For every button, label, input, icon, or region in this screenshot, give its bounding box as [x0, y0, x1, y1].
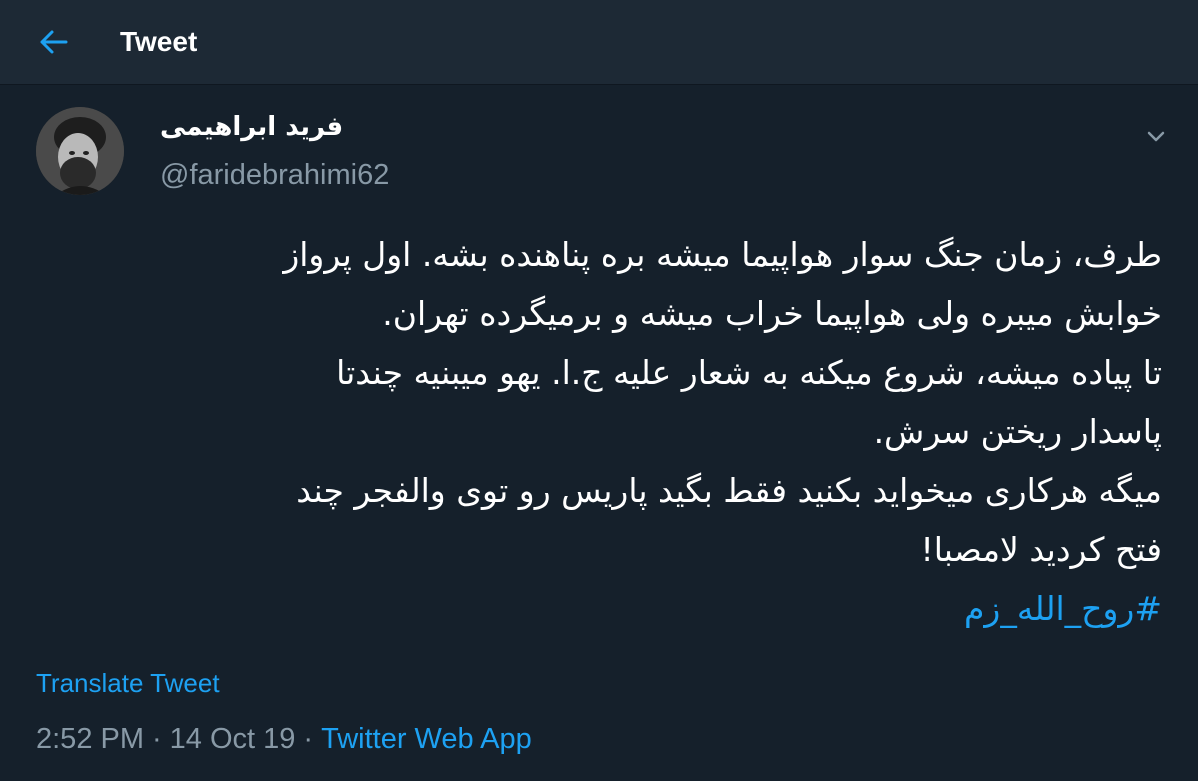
tweet-text-line: خوابش میبره ولی هواپیما خراب میشه و برمی… — [382, 294, 1162, 333]
translate-tweet-link[interactable]: Translate Tweet — [36, 667, 220, 699]
profile-photo — [36, 107, 124, 195]
hashtag-link[interactable]: #روح_الله_زم — [42, 579, 1162, 638]
chevron-down-icon — [1147, 131, 1165, 142]
author-display-name[interactable]: فرید ابراهیمی — [160, 109, 343, 145]
tweet-text: طرف، زمان جنگ سوار هواپیما میشه بره پناه… — [42, 225, 1162, 638]
tweet-time: 2:52 PM — [36, 723, 144, 755]
tweet-text-line: پاسدار ریختن سرش. — [873, 412, 1162, 451]
tweet-detail: فرید ابراهیمی @faridebrahimi62 طرف، زمان… — [0, 85, 1198, 781]
tweet-source-link[interactable]: Twitter Web App — [321, 723, 532, 755]
meta-separator: · — [152, 723, 162, 755]
tweet-text-line: طرف، زمان جنگ سوار هواپیما میشه بره پناه… — [283, 235, 1162, 274]
page-title: Tweet — [120, 26, 198, 57]
author-handle[interactable]: @faridebrahimi62 — [160, 157, 389, 193]
avatar[interactable] — [36, 107, 124, 195]
top-bar: Tweet — [0, 0, 1198, 85]
arrow-left-icon — [40, 30, 68, 54]
tweet-text-line: میگه هرکاری میخواید بکنید فقط بگید پاریس… — [296, 471, 1162, 510]
tweet-text-line: فتح کردید لامصبا! — [920, 530, 1163, 569]
more-options-button[interactable] — [1140, 121, 1172, 153]
tweet-date: 14 Oct 19 — [169, 723, 296, 755]
meta-separator: · — [303, 723, 314, 755]
tweet-metadata: 2:52 PM · 14 Oct 19 · Twitter Web App — [36, 721, 532, 757]
back-button[interactable] — [32, 22, 76, 62]
tweet-text-line: تا پیاده میشه، شروع میکنه به شعار علیه ج… — [336, 353, 1162, 392]
